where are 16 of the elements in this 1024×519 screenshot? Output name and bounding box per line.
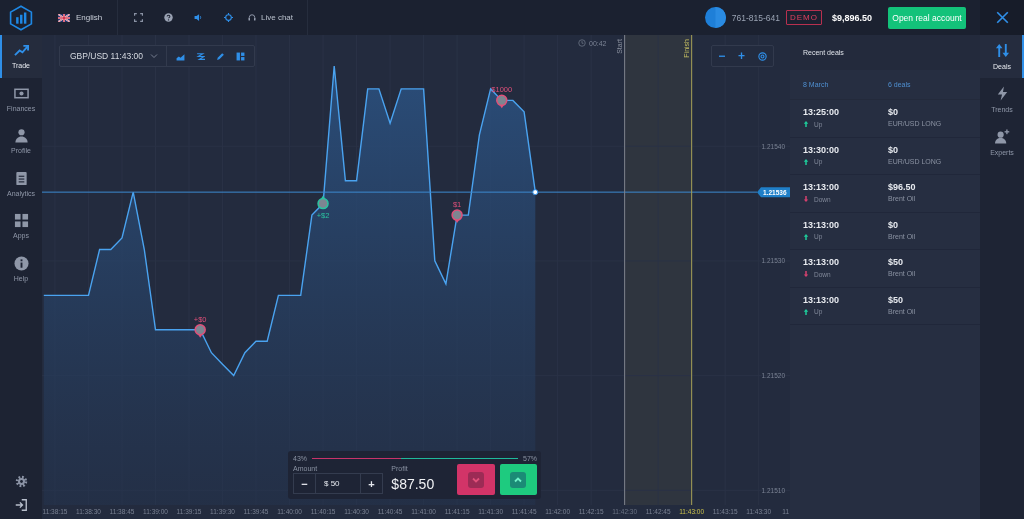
profit-value: $87.50 [391,475,436,494]
deal-time: 13:30:00 [803,144,841,155]
account-id: 761-815-641 [731,12,780,23]
deal-time: 13:13:00 [803,219,841,230]
deal-amount: $0 [888,107,899,117]
deal-time: 13:13:00 [803,182,841,192]
balance: $9,896.50 [831,12,872,23]
demo-badge: DEMO [785,10,822,25]
deal-amount: $50 [888,294,905,305]
deal-amount: $0 [888,219,899,230]
deal-amount: $96.50 [888,182,916,192]
deal-time: 13:25:00 [803,107,841,117]
deal-time: 13:13:00 [803,294,841,305]
deal-amount: $50 [888,257,905,267]
deal-time: 13:13:00 [803,257,841,267]
deal-amount: $0 [888,144,899,155]
